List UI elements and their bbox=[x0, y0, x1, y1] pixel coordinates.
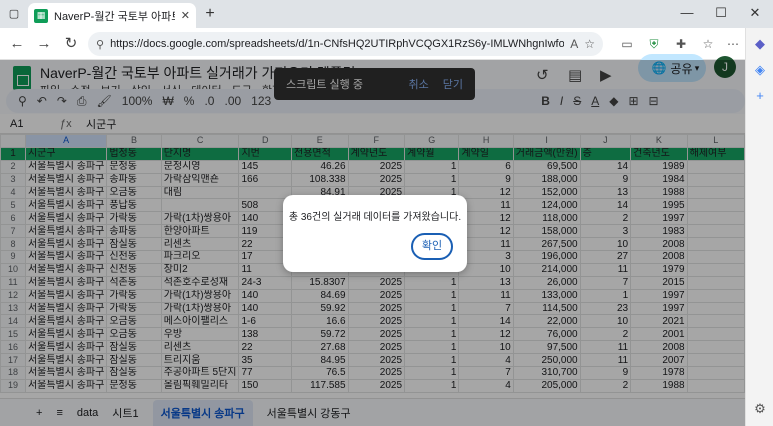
back-icon[interactable]: ← bbox=[6, 34, 28, 54]
read-aloud-icon[interactable]: A bbox=[570, 37, 578, 51]
sheets-favicon-icon: ▦ bbox=[34, 8, 48, 23]
url-text[interactable]: https://docs.google.com/spreadsheets/d/1… bbox=[110, 38, 564, 50]
browser-menu-icon[interactable]: ⋯ bbox=[724, 36, 742, 52]
browser-tab[interactable]: ▦ NaverP-월간 국토부 아파트 실거래가 ✕ bbox=[28, 3, 196, 28]
minimize-icon[interactable]: — bbox=[672, 2, 702, 24]
favorites-icon[interactable]: ☆ bbox=[699, 36, 717, 52]
tab-title: NaverP-월간 국토부 아파트 실거래가 bbox=[54, 10, 175, 23]
sidebar-app-icon[interactable]: ◈ bbox=[746, 57, 773, 83]
browser-side-panel: ◆ ◈ + ⚙ bbox=[745, 28, 773, 426]
tab-search-icon[interactable]: ▢ bbox=[4, 4, 24, 24]
ok-button[interactable]: 확인 bbox=[411, 233, 453, 260]
extension-shield-icon[interactable]: ⛨ bbox=[645, 36, 663, 52]
tab-close-icon[interactable]: ✕ bbox=[181, 9, 190, 22]
copilot-icon[interactable]: ◆ bbox=[746, 31, 773, 57]
extensions-icon[interactable]: ✚ bbox=[672, 36, 690, 52]
maximize-icon[interactable]: ☐ bbox=[706, 2, 736, 24]
reload-icon[interactable]: ↻ bbox=[60, 34, 82, 54]
new-tab-button[interactable]: + bbox=[200, 5, 220, 23]
browser-tab-strip: ▢ ▦ NaverP-월간 국토부 아파트 실거래가 ✕ + — ☐ ✕ bbox=[0, 0, 773, 28]
result-dialog: 총 36건의 실거래 데이터를 가져왔습니다. 확인 bbox=[283, 195, 467, 272]
forward-icon[interactable]: → bbox=[33, 34, 55, 54]
address-bar[interactable]: ⚲ https://docs.google.com/spreadsheets/d… bbox=[88, 32, 603, 56]
favorite-star-icon[interactable]: ☆ bbox=[584, 37, 595, 51]
close-window-icon[interactable]: ✕ bbox=[740, 2, 770, 24]
sidebar-settings-icon[interactable]: ⚙ bbox=[746, 396, 773, 422]
sidebar-add-icon[interactable]: + bbox=[746, 83, 773, 109]
site-info-icon[interactable]: ⚲ bbox=[96, 38, 104, 51]
split-screen-icon[interactable]: ▭ bbox=[618, 36, 636, 52]
dialog-message: 총 36건의 실거래 데이터를 가져왔습니다. bbox=[288, 212, 462, 223]
